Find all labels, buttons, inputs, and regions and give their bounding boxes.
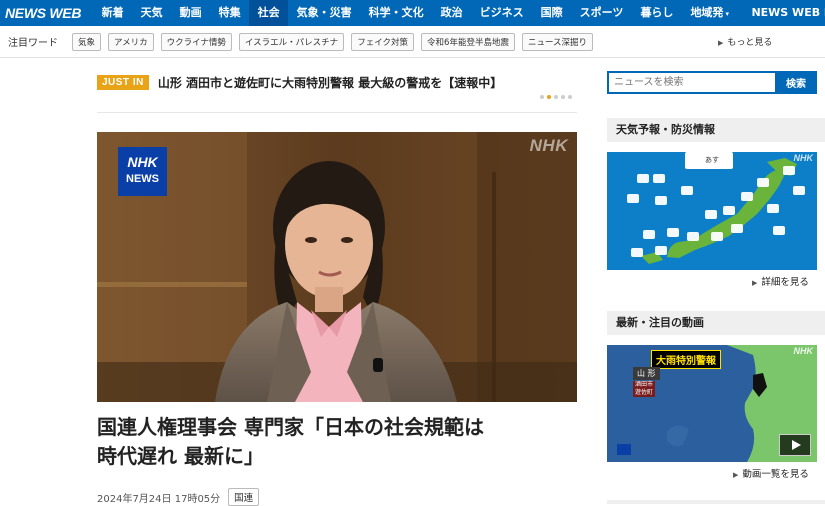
- nhk-watermark: NHK: [793, 346, 814, 356]
- nhk-watermark: NHK: [529, 136, 568, 155]
- tag-weather[interactable]: 気象: [72, 32, 102, 51]
- more-tags-link[interactable]: ▶ もっと見る: [718, 35, 772, 48]
- nhk-badge-line1: NHK: [127, 154, 158, 170]
- headline-line-1: 国連人権理事会 専門家「日本の社会規範は: [97, 415, 484, 439]
- top-nav: NEWS WEB 新着 天気 動画 特集 社会 気象・災害 科学・文化 政治 ビ…: [0, 0, 825, 26]
- play-icon[interactable]: [779, 434, 811, 456]
- nav-item-latest[interactable]: 新着: [93, 0, 132, 26]
- weather-map-tab[interactable]: あす: [705, 155, 719, 165]
- tag-israel-palestine[interactable]: イスラエル・パレスチナ: [238, 32, 345, 51]
- headline-line-2: 時代遅れ 最新に」: [97, 444, 264, 468]
- trending-label: 注目ワード: [8, 38, 58, 49]
- nav-item-easy[interactable]: NEWS WEB EASY: [737, 0, 825, 26]
- weather-section-heading: 天気予報・防災情報: [607, 118, 825, 142]
- nav-item-science[interactable]: 科学・文化: [360, 0, 432, 26]
- alert-city-1: 酒田市: [633, 381, 656, 389]
- hero-image-illustration: [97, 132, 577, 402]
- heavy-rain-alert-title: 大雨特別警報: [651, 350, 721, 369]
- breaking-news-ticker[interactable]: JUST IN 山形 酒田市と遊佐町に大雨特別警報 最大級の警戒を【速報中】: [97, 72, 577, 92]
- tag-noto-earthquake[interactable]: 令和6年能登半島地震: [421, 32, 515, 51]
- nhk-news-badge: NHK NEWS: [118, 147, 167, 196]
- section-divider: [607, 500, 825, 504]
- nhk-badge-line2: NEWS: [126, 173, 159, 185]
- weather-map-illustration: [607, 152, 817, 270]
- triangle-right-icon: ▶: [733, 471, 739, 479]
- search-button[interactable]: 検索: [775, 71, 817, 94]
- nhk-logo-icon: [617, 444, 631, 455]
- breaking-headline[interactable]: 山形 酒田市と遊佐町に大雨特別警報 最大級の警戒を【速報中】: [158, 74, 502, 91]
- nav-item-features[interactable]: 特集: [210, 0, 249, 26]
- nav-item-sports[interactable]: スポーツ: [571, 0, 632, 26]
- search-input[interactable]: [607, 71, 775, 94]
- nav-item-weather[interactable]: 天気: [132, 0, 171, 26]
- nav-item-disaster[interactable]: 気象・災害: [288, 0, 360, 26]
- alert-city-2: 遊佐町: [633, 389, 656, 397]
- nav-item-regional-label: 地域発: [690, 6, 724, 19]
- article-date: 2024年7月24日 17時05分: [97, 493, 221, 505]
- ticker-dot[interactable]: [540, 95, 544, 99]
- trending-tags-bar: 注目ワード 気象 アメリカ ウクライナ情勢 イスラエル・パレスチナ フェイク対策…: [0, 26, 825, 58]
- tag-fake-news[interactable]: フェイク対策: [351, 32, 415, 51]
- tag-ukraine[interactable]: ウクライナ情勢: [160, 32, 232, 51]
- article-category-tag[interactable]: 国連: [228, 488, 260, 506]
- tag-america[interactable]: アメリカ: [108, 32, 154, 51]
- weather-detail-link[interactable]: ▶ 詳細を見る: [752, 274, 809, 288]
- ticker-dot[interactable]: [554, 95, 558, 99]
- triangle-right-icon: ▶: [718, 39, 724, 47]
- nav-item-video[interactable]: 動画: [171, 0, 210, 26]
- video-section-heading: 最新・注目の動画: [607, 311, 825, 335]
- nav-item-society[interactable]: 社会: [249, 0, 289, 26]
- ticker-dot-active[interactable]: [547, 95, 551, 99]
- ticker-dot[interactable]: [561, 95, 565, 99]
- video-list-link[interactable]: ▶ 動画一覧を見る: [733, 466, 809, 480]
- article-hero-image[interactable]: NHK NHK NEWS: [97, 132, 577, 402]
- alert-region-label: 山 形: [633, 367, 660, 380]
- ticker-dot[interactable]: [568, 95, 572, 99]
- weather-map[interactable]: あす NHK: [607, 152, 817, 270]
- ticker-pagination: [540, 95, 572, 99]
- article-headline[interactable]: 国連人権理事会 専門家「日本の社会規範は 時代遅れ 最新に」: [97, 413, 577, 471]
- video-list-label: 動画一覧を見る: [742, 469, 809, 480]
- nav-item-politics[interactable]: 政治: [432, 0, 471, 26]
- nav-item-regional[interactable]: 地域発 ▾: [682, 0, 738, 26]
- just-in-badge: JUST IN: [97, 74, 149, 90]
- nav-item-life[interactable]: 暮らし: [632, 0, 682, 26]
- video-thumbnail[interactable]: NHK 大雨特別警報 山 形 酒田市 遊佐町: [607, 345, 817, 462]
- chevron-down-icon: ▾: [725, 10, 729, 18]
- weather-detail-label: 詳細を見る: [761, 277, 809, 288]
- nhk-watermark: NHK: [793, 153, 814, 163]
- divider: [97, 112, 577, 113]
- nav-item-international[interactable]: 国際: [532, 0, 571, 26]
- more-tags-label: もっと見る: [727, 38, 773, 48]
- search-form: 検索: [607, 71, 817, 94]
- triangle-right-icon: ▶: [752, 279, 758, 287]
- tag-deep-dive[interactable]: ニュース深掘り: [521, 32, 594, 51]
- site-logo[interactable]: NEWS WEB: [0, 5, 93, 21]
- nav-item-business[interactable]: ビジネス: [471, 0, 532, 26]
- article-meta: 2024年7月24日 17時05分 国連: [97, 488, 260, 506]
